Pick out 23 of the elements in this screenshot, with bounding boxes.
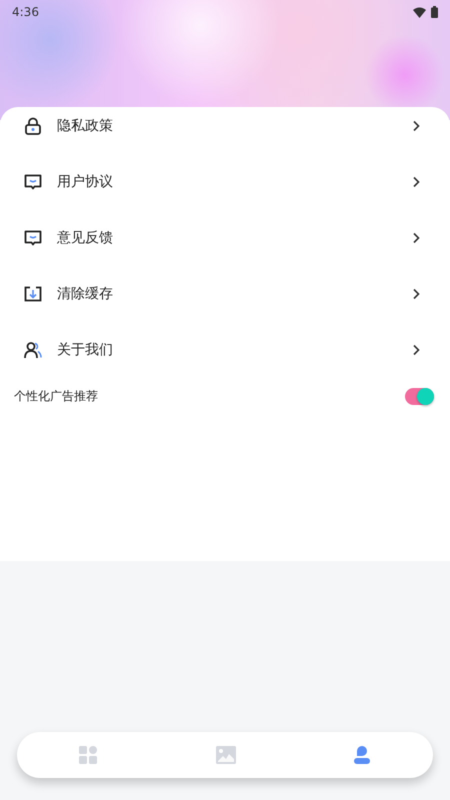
battery-icon (431, 6, 438, 18)
message-icon (24, 229, 42, 247)
people-icon (24, 341, 42, 359)
chevron-right-icon (412, 232, 420, 244)
chevron-right-icon (412, 288, 420, 300)
menu-item[interactable]: 隐私政策 (0, 98, 450, 154)
setting-label: 个性化广告推荐 (14, 388, 98, 404)
chevron-right-icon (412, 176, 420, 188)
menu-item[interactable]: 清除缓存 (0, 266, 450, 322)
wifi-icon (413, 6, 426, 18)
person-icon (354, 746, 370, 764)
grid-icon (79, 746, 97, 764)
menu-item[interactable]: 意见反馈 (0, 210, 450, 266)
lock-icon (24, 117, 42, 135)
toggle-switch[interactable] (405, 388, 434, 404)
chevron-right-icon (412, 344, 420, 356)
message-icon (24, 173, 42, 191)
menu-item[interactable]: 用户协议 (0, 154, 450, 210)
download-icon (24, 285, 42, 303)
menu-item[interactable]: 关于我们 (0, 322, 450, 378)
image-icon (216, 746, 236, 764)
chevron-right-icon (412, 120, 420, 132)
status-time: 4:36 (12, 5, 39, 19)
